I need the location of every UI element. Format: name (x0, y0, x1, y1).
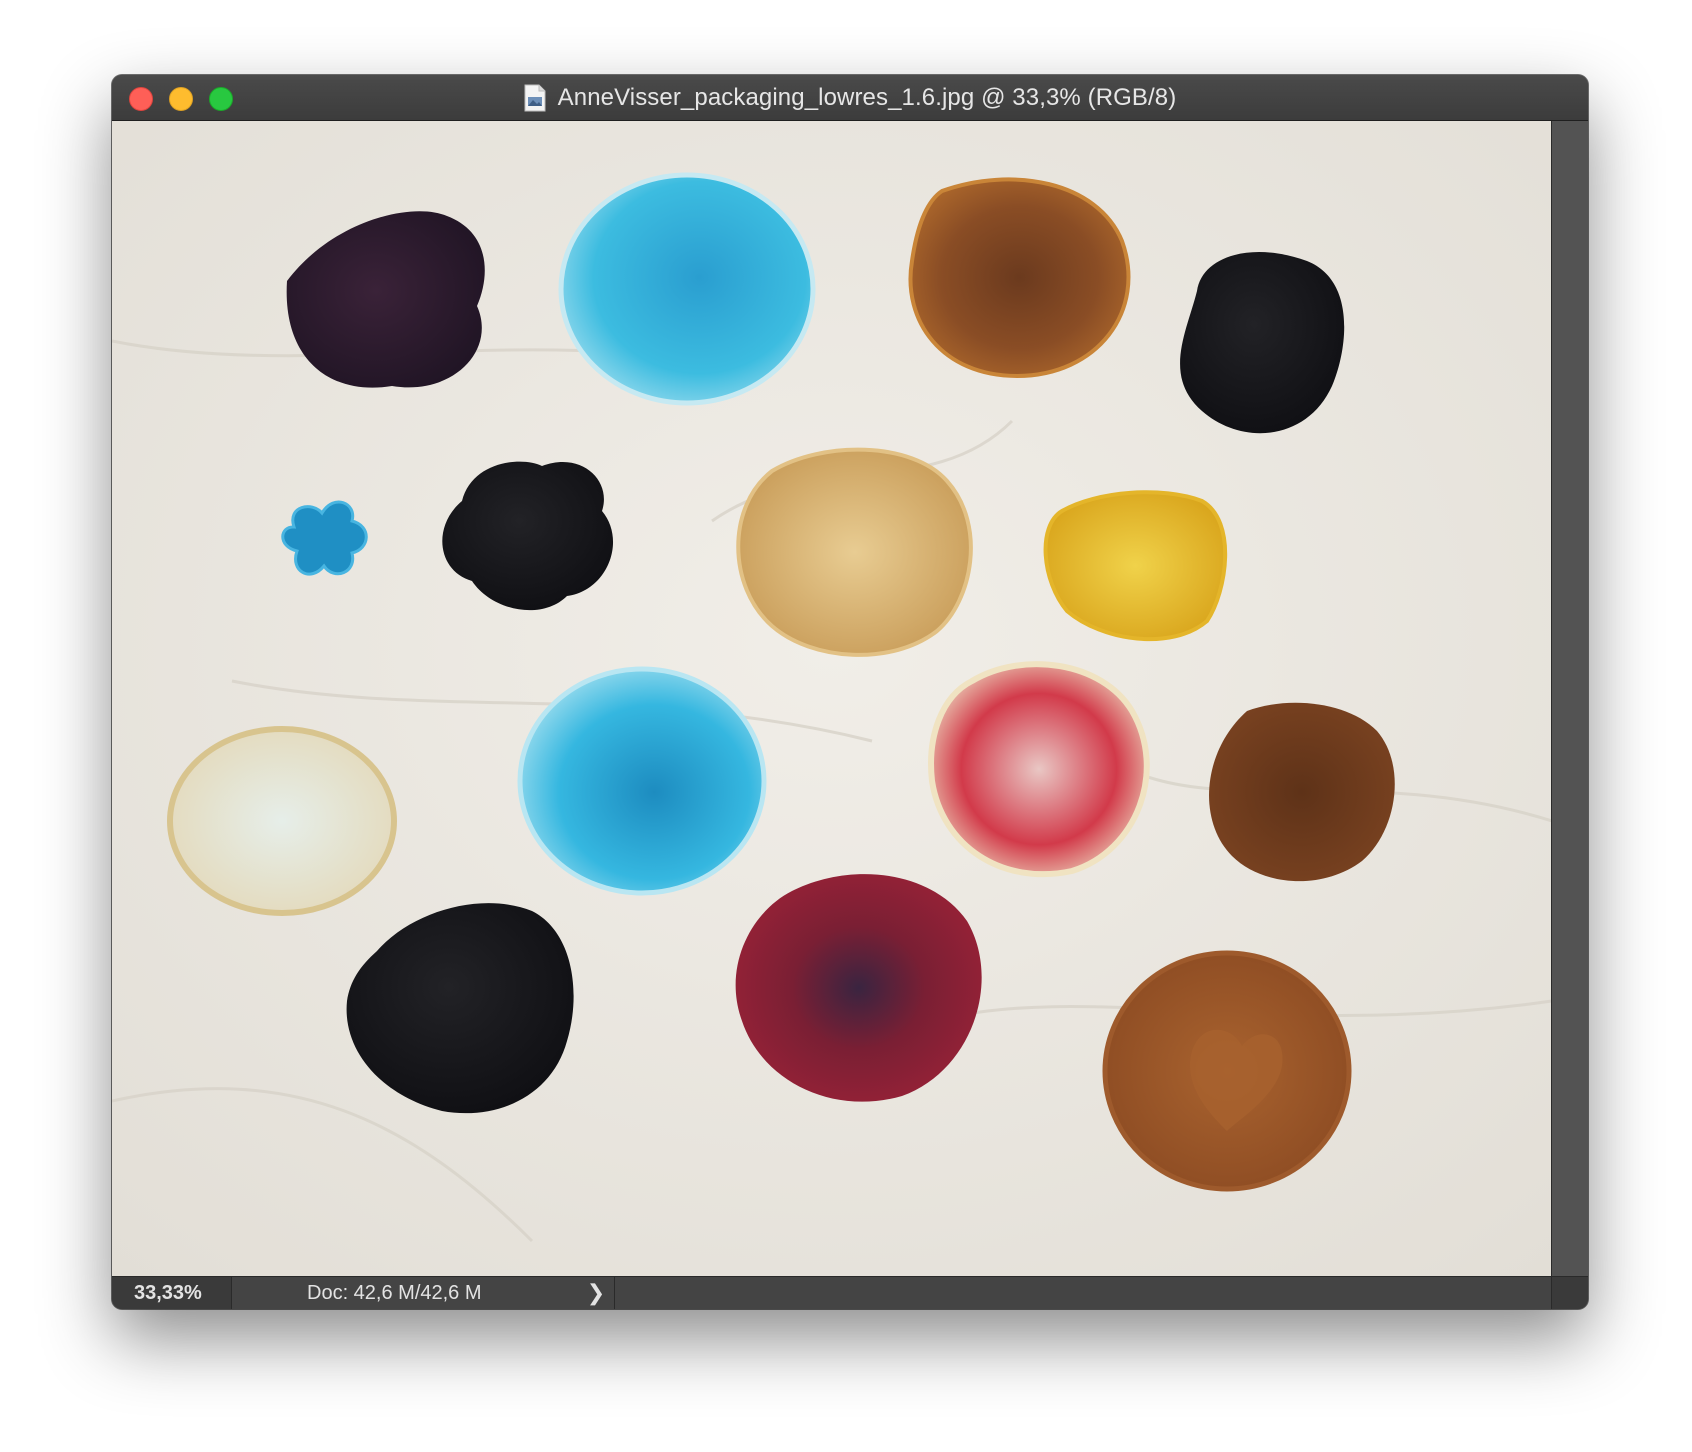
window-title-container: AnneVisser_packaging_lowres_1.6.jpg @ 33… (112, 75, 1588, 120)
window-title: AnneVisser_packaging_lowres_1.6.jpg @ 33… (557, 83, 1177, 111)
image-canvas[interactable] (112, 121, 1552, 1277)
status-menu-arrow-icon[interactable]: ❯ (578, 1277, 615, 1309)
status-bar-corner (1551, 1277, 1588, 1309)
bowl-clear-rim (167, 726, 397, 916)
bowl-brown (1209, 702, 1395, 882)
status-bar: 33,33% Doc: 42,6 M/42,6 M ❯ (112, 1276, 1588, 1309)
jpeg-document-icon (524, 84, 546, 112)
bowl-yellow (1043, 490, 1228, 642)
document-size-info: Doc: 42,6 M/42,6 M (307, 1281, 482, 1304)
bowl-tan (736, 447, 973, 657)
bowl-pink-red (928, 661, 1150, 878)
bowl-crimson (735, 874, 982, 1102)
photo-bioplastic-bowls (112, 121, 1552, 1277)
vertical-scrollbar[interactable] (1551, 121, 1588, 1277)
title-bar[interactable]: AnneVisser_packaging_lowres_1.6.jpg @ 33… (112, 75, 1588, 121)
document-window: AnneVisser_packaging_lowres_1.6.jpg @ 33… (112, 75, 1588, 1309)
bowl-amber (908, 177, 1131, 379)
bowl-turquoise-large (558, 172, 816, 406)
zoom-level-field[interactable]: 33,33% (112, 1277, 232, 1309)
bowl-turquoise-medium (517, 666, 767, 896)
